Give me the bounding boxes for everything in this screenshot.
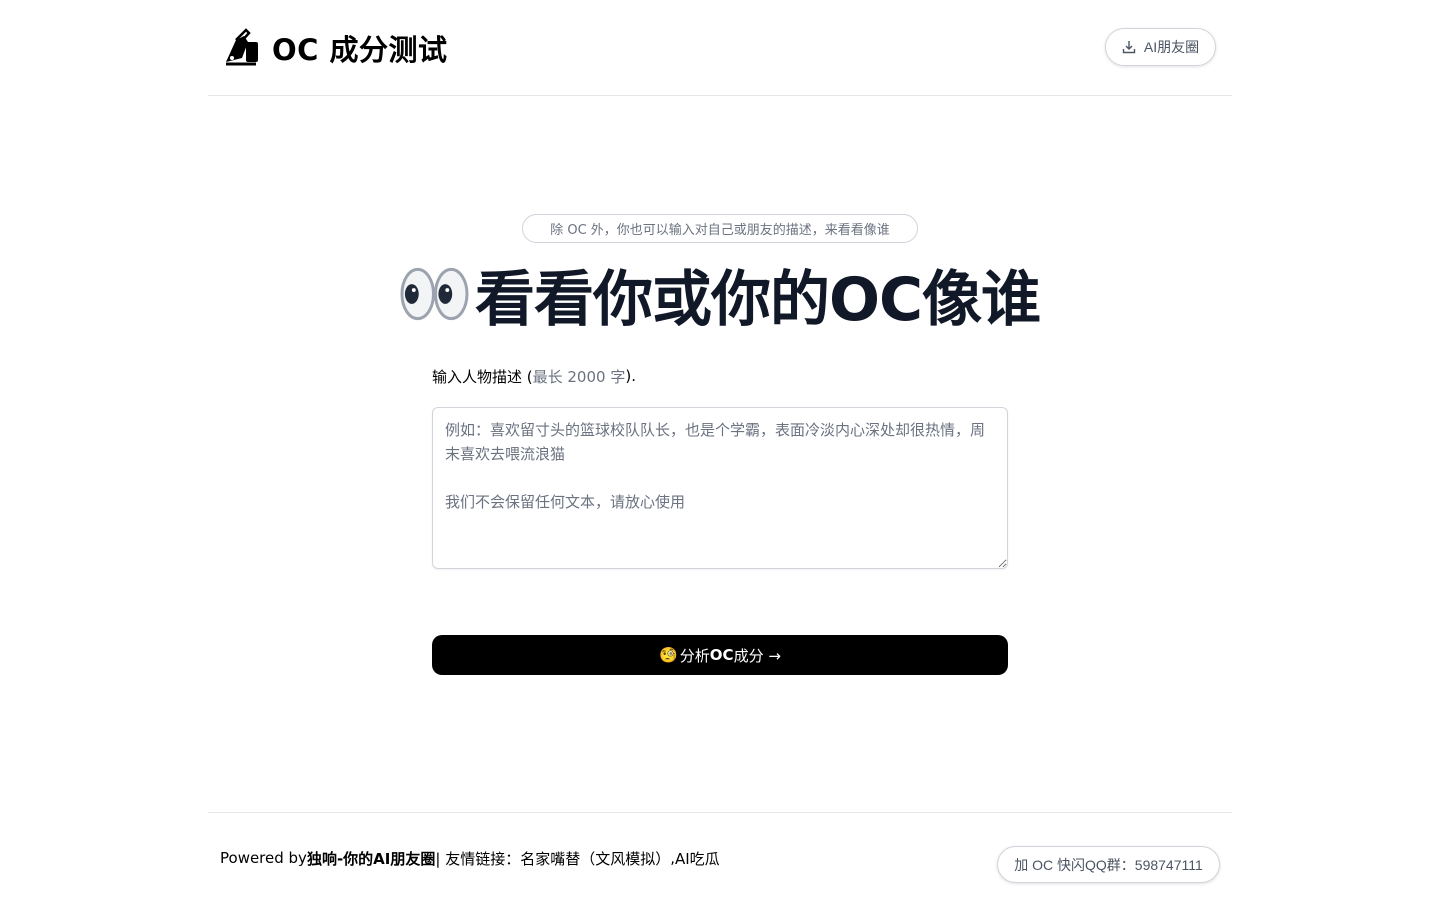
brand-link[interactable]: 独响-你的AI朋友圈	[307, 848, 435, 869]
description-label: 输入人物描述 (最长 2000 字).	[432, 364, 636, 388]
footer-credits: Powered by 独响-你的AI朋友圈 | 友情链接： 名家嘴替（文风模拟）…	[220, 847, 720, 869]
logo[interactable]: OC 成分测试	[222, 26, 448, 70]
label-prefix: 输入人物描述 (	[432, 367, 533, 386]
powered-by-text: Powered by	[220, 849, 307, 867]
analyze-button[interactable]: 🧐 分析 OC 成分 →	[432, 635, 1008, 675]
ai-moments-button[interactable]: AI朋友圈	[1105, 28, 1216, 66]
site-footer: Powered by 独响-你的AI朋友圈 | 友情链接： 名家嘴替（文风模拟）…	[208, 812, 1232, 900]
qq-group-button[interactable]: 加 OC 快闪QQ群：598747111	[997, 846, 1220, 883]
eyes-icon	[400, 267, 469, 321]
friend-link-ai-gossip[interactable]: AI吃瓜	[675, 848, 720, 869]
headline-text: 看看你或你的OC像谁	[474, 264, 1041, 335]
writing-hand-icon	[222, 28, 262, 68]
site-header: OC 成分测试 AI朋友圈	[208, 0, 1232, 96]
analyze-suffix: 成分 →	[733, 646, 781, 665]
analyze-bold: OC	[709, 646, 734, 664]
links-separator: | 友情链接：	[435, 849, 521, 868]
analyze-prefix: 分析	[679, 646, 710, 665]
ai-moments-label: AI朋友圈	[1143, 39, 1200, 55]
monocle-face-icon: 🧐	[659, 646, 678, 664]
description-input[interactable]	[432, 407, 1008, 569]
page-headline: 看看你或你的OC像谁	[400, 252, 1041, 336]
site-title: OC 成分测试	[272, 33, 448, 67]
label-suffix: ).	[625, 367, 636, 385]
label-limit: 最长 2000 字	[532, 367, 626, 386]
hint-pill: 除 OC 外，你也可以输入对自己或朋友的描述，来看看像谁	[522, 214, 918, 243]
friend-link-style-mimic[interactable]: 名家嘴替（文风模拟）	[520, 848, 670, 869]
download-icon	[1122, 41, 1136, 54]
